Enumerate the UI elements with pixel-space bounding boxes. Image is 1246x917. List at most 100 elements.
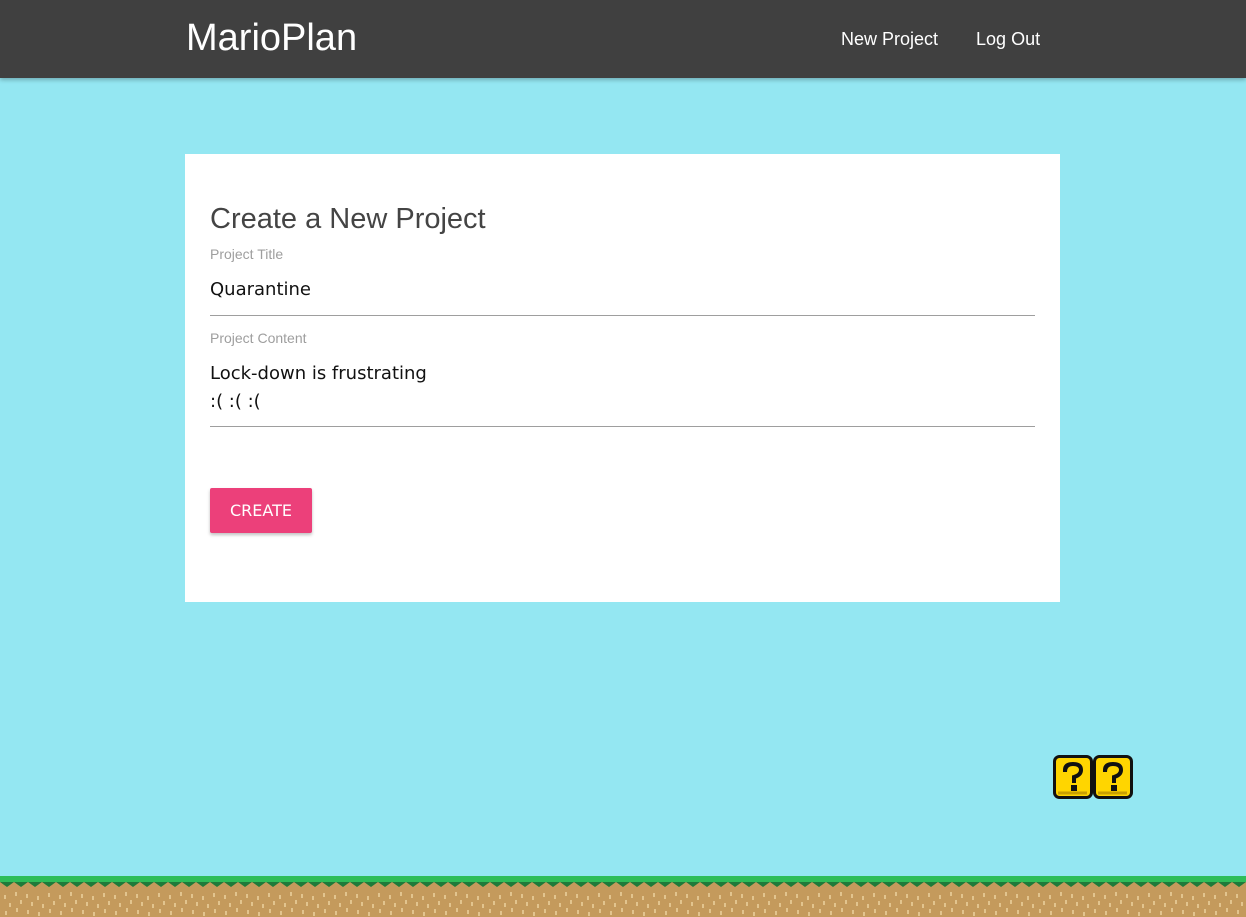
ground-speck — [731, 908, 733, 912]
ground-speck — [873, 893, 875, 897]
ground-speck — [125, 892, 127, 896]
ground-speck — [999, 903, 1001, 907]
ground-speck — [383, 901, 385, 905]
ground-speck — [324, 909, 326, 913]
ground-speck — [515, 900, 517, 904]
project-title-input[interactable]: Quarantine — [210, 276, 1035, 316]
ground-speck — [477, 896, 479, 900]
ground-speck — [444, 895, 446, 899]
ground-speck — [1230, 900, 1232, 904]
ground-speck — [823, 901, 825, 905]
ground-speck — [401, 908, 403, 912]
ground-speck — [5, 911, 7, 915]
ground-speck — [81, 894, 83, 898]
ground-speck — [92, 896, 94, 900]
ground-speck — [709, 909, 711, 913]
ground-speck — [878, 901, 880, 905]
ground-speck — [141, 902, 143, 906]
ground-speck — [1225, 892, 1227, 896]
ground-speck — [119, 903, 121, 907]
project-content-textarea[interactable]: Lock-down is frustrating :( :( :( — [210, 360, 1035, 427]
ground-speck — [1197, 904, 1199, 908]
ground-speck — [280, 911, 282, 915]
ground-speck — [493, 901, 495, 905]
create-button[interactable]: CREATE — [210, 488, 312, 533]
ground-speck — [339, 903, 341, 907]
ground-speck — [70, 892, 72, 896]
ground-speck — [874, 909, 876, 913]
ground-speck — [1006, 908, 1008, 912]
ground-speck — [42, 904, 44, 908]
ground-speck — [247, 910, 249, 914]
ground-speck — [1054, 903, 1056, 907]
ground-speck — [456, 908, 458, 912]
ground-speck — [933, 901, 935, 905]
ground-speck — [631, 894, 633, 898]
ground-speck — [1050, 911, 1052, 915]
ground-speck — [939, 895, 941, 899]
ground-speck — [1219, 903, 1221, 907]
ground-speck — [59, 895, 61, 899]
ground-speck — [37, 896, 39, 900]
ground-speck — [1032, 904, 1034, 908]
ground-speck — [394, 903, 396, 907]
ground-speck — [819, 909, 821, 913]
ground-speck — [16, 908, 18, 912]
ground-speck — [598, 893, 600, 897]
ground-speck — [801, 902, 803, 906]
ground-speck — [1237, 910, 1239, 914]
ground-speck — [97, 904, 99, 908]
ground-speck — [1170, 892, 1172, 896]
ground-speck — [478, 912, 480, 916]
ground-speck — [653, 893, 655, 897]
ground-speck — [273, 901, 275, 905]
ground-speck — [1236, 894, 1238, 898]
ground-speck — [4, 895, 6, 899]
ground-speck — [1105, 911, 1107, 915]
ground-speck — [1203, 893, 1205, 897]
ground-speck — [1061, 908, 1063, 912]
ground-speck — [658, 901, 660, 905]
ground-speck — [1126, 894, 1128, 898]
ground-speck — [841, 908, 843, 912]
ground-speck — [26, 894, 28, 898]
ground-speck — [856, 902, 858, 906]
ground-speck — [955, 900, 957, 904]
ground-speck — [808, 912, 810, 916]
ground-speck — [917, 896, 919, 900]
ground-speck — [427, 904, 429, 908]
ground-speck — [433, 893, 435, 897]
ground-speck — [867, 904, 869, 908]
ground-speck — [511, 908, 513, 912]
ground-speck — [609, 895, 611, 899]
ground-speck — [984, 909, 986, 913]
ground-speck — [1082, 896, 1084, 900]
ground-speck — [174, 903, 176, 907]
ground-speck — [312, 896, 314, 900]
ground-speck — [235, 892, 237, 896]
new-project-link[interactable]: New Project — [822, 27, 957, 51]
ground-speck — [636, 902, 638, 906]
ground-speck — [918, 912, 920, 916]
ground-speck — [929, 909, 931, 913]
ground-speck — [1010, 900, 1012, 904]
ground-speck — [279, 895, 281, 899]
ground-speck — [1120, 900, 1122, 904]
ground-speck — [93, 912, 95, 916]
ground-speck — [995, 911, 997, 915]
ground-speck — [471, 902, 473, 906]
ground-speck — [438, 901, 440, 905]
log-out-link[interactable]: Log Out — [957, 27, 1059, 51]
ground-speck — [983, 893, 985, 897]
ground-speck — [202, 896, 204, 900]
brand-logo[interactable]: MarioPlan — [186, 16, 357, 60]
ground-speck — [268, 893, 270, 897]
ground-speck — [147, 896, 149, 900]
ground-speck — [1071, 894, 1073, 898]
ground-speck — [64, 903, 66, 907]
ground-speck — [724, 903, 726, 907]
ground-speck — [735, 900, 737, 904]
ground-speck — [625, 900, 627, 904]
ground-speck — [774, 895, 776, 899]
ground-speck — [284, 903, 286, 907]
